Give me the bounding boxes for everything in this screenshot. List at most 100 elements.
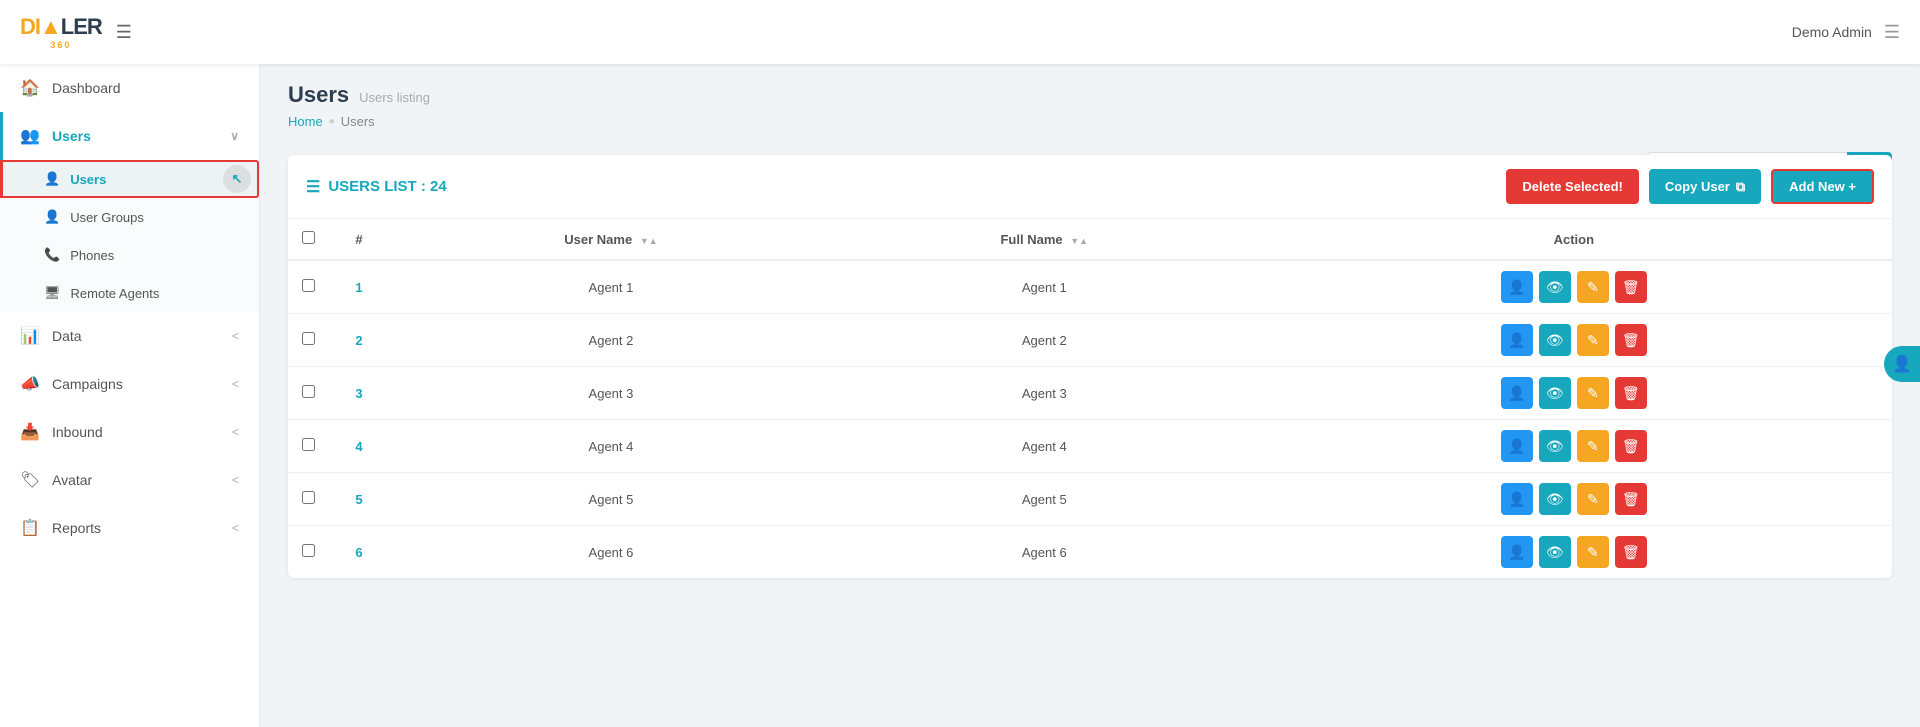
action-view-button[interactable]: 👁: [1539, 430, 1571, 462]
table-header-row: ☰ USERS LIST : 24 Delete Selected! Copy …: [288, 155, 1892, 219]
sidebar-sub-item-user-groups[interactable]: 👤 User Groups: [0, 198, 259, 236]
action-profile-button[interactable]: 👤: [1501, 483, 1533, 515]
row-username: Agent 6: [389, 526, 833, 579]
hamburger-icon[interactable]: ☰: [116, 22, 132, 43]
sidebar-item-data[interactable]: 📊 Data <: [0, 312, 259, 360]
col-fullname: Full Name ▼▲: [833, 219, 1256, 260]
sidebar-sub-item-users[interactable]: 👤 Users ↖: [0, 160, 259, 198]
col-num: #: [329, 219, 389, 260]
row-username: Agent 2: [389, 314, 833, 367]
delete-selected-button[interactable]: Delete Selected!: [1506, 169, 1638, 204]
dashboard-icon: 🏠: [20, 78, 40, 98]
row-num: 2: [329, 314, 389, 367]
sidebar-label-avatar: Avatar: [52, 472, 92, 488]
top-menu-icon[interactable]: ☰: [1884, 22, 1900, 43]
sidebar-sub-label-phones: Phones: [70, 248, 114, 263]
action-edit-button[interactable]: ✎: [1577, 271, 1609, 303]
support-icon: 👤: [1892, 354, 1912, 374]
sidebar-sub-label-users: Users: [70, 172, 106, 187]
sidebar-item-reports[interactable]: 📋 Reports <: [0, 504, 259, 552]
table-row: 4 Agent 4 Agent 4 👤 👁 ✎ 🗑: [288, 420, 1892, 473]
row-checkbox-cell: [288, 260, 329, 314]
add-new-button[interactable]: Add New +: [1771, 169, 1874, 204]
action-delete-button[interactable]: 🗑: [1615, 483, 1647, 515]
reports-icon: 📋: [20, 518, 40, 538]
col-checkbox: [288, 219, 329, 260]
sidebar-sub-label-user-groups: User Groups: [70, 210, 144, 225]
phones-icon: 📞: [44, 247, 60, 263]
action-edit-button[interactable]: ✎: [1577, 324, 1609, 356]
sidebar-item-users[interactable]: 👥 Users ∨: [0, 112, 259, 160]
action-delete-button[interactable]: 🗑: [1615, 377, 1647, 409]
table-row: 2 Agent 2 Agent 2 👤 👁 ✎ 🗑: [288, 314, 1892, 367]
top-nav: DI▲LER 360 ☰ Demo Admin ☰: [0, 0, 1920, 64]
col-fullname-label: Full Name: [1000, 232, 1062, 247]
row-checkbox-cell: [288, 473, 329, 526]
inbound-icon: 📥: [20, 422, 40, 442]
action-view-button[interactable]: 👁: [1539, 483, 1571, 515]
page-title-row: Users Users listing: [288, 82, 1892, 108]
user-groups-icon: 👤: [44, 209, 60, 225]
sidebar-sub-item-remote-agents[interactable]: 🖥 Remote Agents: [0, 274, 259, 312]
action-profile-button[interactable]: 👤: [1501, 271, 1533, 303]
action-delete-button[interactable]: 🗑: [1615, 324, 1647, 356]
table-actions: Delete Selected! Copy User ⧉ Add New +: [1506, 169, 1874, 204]
row-username: Agent 3: [389, 367, 833, 420]
data-icon: 📊: [20, 326, 40, 346]
action-delete-button[interactable]: 🗑: [1615, 430, 1647, 462]
sidebar-item-avatar[interactable]: 🏷 Avatar <: [0, 456, 259, 504]
action-edit-button[interactable]: ✎: [1577, 430, 1609, 462]
col-username: User Name ▼▲: [389, 219, 833, 260]
action-edit-button[interactable]: ✎: [1577, 536, 1609, 568]
row-checkbox[interactable]: [302, 279, 315, 292]
sidebar-sub-label-remote-agents: Remote Agents: [71, 286, 160, 301]
sidebar-label-reports: Reports: [52, 520, 101, 536]
avatar-chevron: <: [232, 473, 239, 487]
row-username: Agent 1: [389, 260, 833, 314]
row-num: 5: [329, 473, 389, 526]
breadcrumb-home[interactable]: Home: [288, 114, 323, 129]
row-fullname: Agent 5: [833, 473, 1256, 526]
row-checkbox[interactable]: [302, 385, 315, 398]
action-profile-button[interactable]: 👤: [1501, 324, 1533, 356]
action-view-button[interactable]: 👁: [1539, 324, 1571, 356]
right-support-button[interactable]: 👤: [1884, 346, 1920, 382]
action-profile-button[interactable]: 👤: [1501, 377, 1533, 409]
sidebar-item-inbound[interactable]: 📥 Inbound <: [0, 408, 259, 456]
action-edit-button[interactable]: ✎: [1577, 377, 1609, 409]
sidebar-sub-item-phones[interactable]: 📞 Phones: [0, 236, 259, 274]
sidebar-item-dashboard[interactable]: 🏠 Dashboard: [0, 64, 259, 112]
copy-user-button[interactable]: Copy User ⧉: [1649, 169, 1761, 204]
user-sub-icon: 👤: [44, 171, 60, 187]
row-checkbox[interactable]: [302, 491, 315, 504]
list-icon: ☰: [306, 177, 320, 197]
action-profile-button[interactable]: 👤: [1501, 536, 1533, 568]
row-fullname: Agent 3: [833, 367, 1256, 420]
row-checkbox[interactable]: [302, 438, 315, 451]
action-view-button[interactable]: 👁: [1539, 271, 1571, 303]
select-all-checkbox[interactable]: [302, 231, 315, 244]
action-delete-button[interactable]: 🗑: [1615, 271, 1647, 303]
breadcrumb: Home ● Users: [288, 114, 1892, 129]
sidebar-label-campaigns: Campaigns: [52, 376, 123, 392]
username-sort[interactable]: ▼▲: [640, 237, 658, 246]
main-layout: 🏠 Dashboard 👥 Users ∨ 👤 Users ↖ 👤 User G…: [0, 64, 1920, 727]
action-view-button[interactable]: 👁: [1539, 377, 1571, 409]
logo-area: DI▲LER 360 ☰: [20, 14, 132, 50]
action-delete-button[interactable]: 🗑: [1615, 536, 1647, 568]
action-profile-button[interactable]: 👤: [1501, 430, 1533, 462]
row-num: 4: [329, 420, 389, 473]
row-num: 3: [329, 367, 389, 420]
sidebar-item-campaigns[interactable]: 📣 Campaigns <: [0, 360, 259, 408]
action-view-button[interactable]: 👁: [1539, 536, 1571, 568]
row-checkbox[interactable]: [302, 544, 315, 557]
row-username: Agent 5: [389, 473, 833, 526]
row-checkbox[interactable]: [302, 332, 315, 345]
action-edit-button[interactable]: ✎: [1577, 483, 1609, 515]
fullname-sort[interactable]: ▼▲: [1070, 237, 1088, 246]
sidebar: 🏠 Dashboard 👥 Users ∨ 👤 Users ↖ 👤 User G…: [0, 64, 260, 727]
remote-agents-icon: 🖥: [44, 285, 61, 301]
sidebar-label-users: Users: [52, 128, 91, 144]
cursor-icon: ↖: [232, 171, 243, 187]
row-fullname: Agent 1: [833, 260, 1256, 314]
